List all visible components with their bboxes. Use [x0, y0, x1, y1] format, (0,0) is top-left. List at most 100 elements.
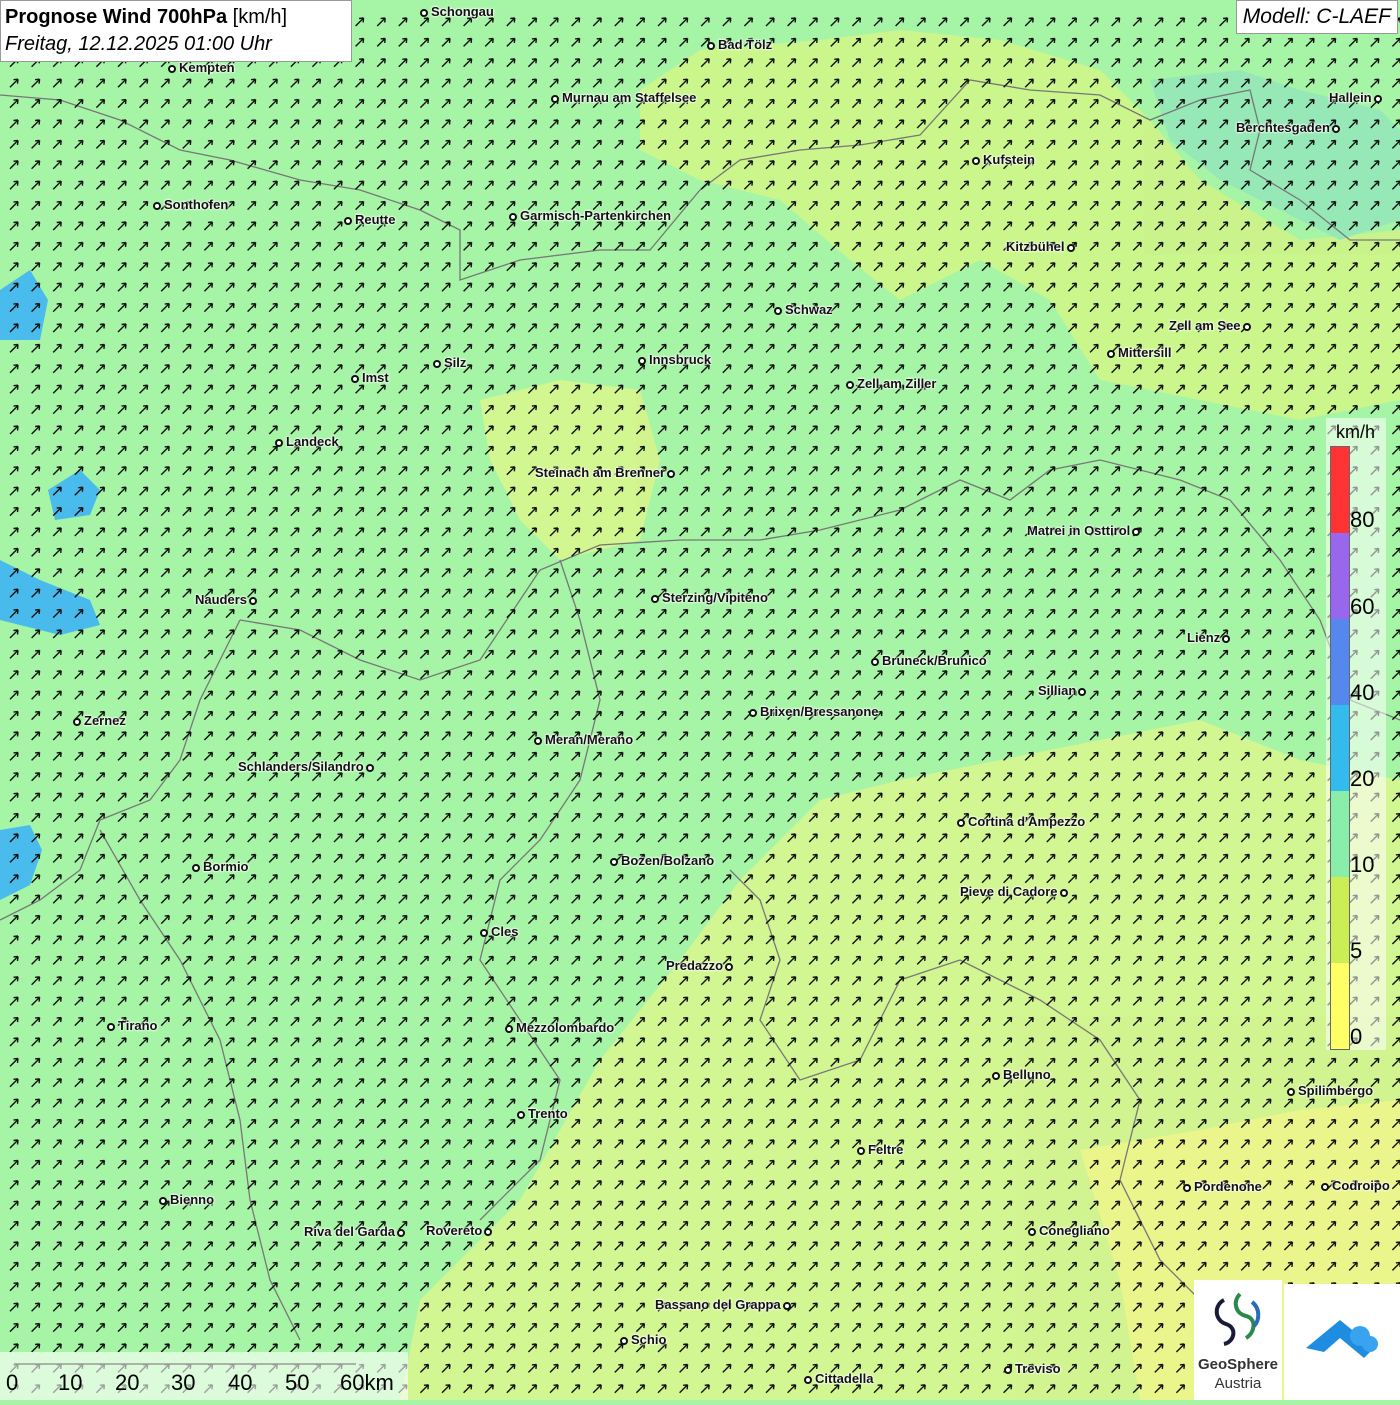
city-label: Sonthofen [164, 197, 229, 212]
city-marker [73, 718, 81, 726]
legend-swatch-20 [1331, 705, 1349, 791]
city-marker [480, 929, 488, 937]
city-label: Schio [631, 1332, 667, 1347]
city-label: Pordenone [1194, 1179, 1262, 1194]
model-label: Modell: C-LAEF [1235, 0, 1398, 34]
logo-name-line1: GeoSphere [1197, 1356, 1279, 1373]
city-marker [749, 709, 757, 717]
city-marker [366, 764, 374, 772]
city-marker [620, 1337, 628, 1345]
city-marker [1183, 1184, 1191, 1192]
city-marker [168, 65, 176, 73]
logo-name-line2: Austria [1214, 1375, 1262, 1392]
city-marker [1321, 1183, 1329, 1191]
city-marker [159, 1197, 167, 1205]
city-marker [804, 1376, 812, 1384]
city-label: Imst [362, 370, 389, 385]
legend-unit: km/h [1336, 422, 1376, 442]
city-marker [107, 1023, 115, 1031]
city-label: Landeck [286, 434, 339, 449]
map-title: Prognose Wind 700hPa [km/h] [5, 4, 347, 31]
city-marker [153, 202, 161, 210]
city-label: Schongau [431, 4, 494, 19]
scale-label-0: 0 [6, 1370, 19, 1395]
city-marker [517, 1111, 525, 1119]
city-marker [651, 595, 659, 603]
geosphere-logo: GeoSphere Austria [1194, 1280, 1282, 1400]
legend-label-40: 40 [1350, 680, 1375, 705]
city-label: Lienz [1187, 630, 1221, 645]
city-label: Hallein [1329, 90, 1372, 105]
legend-swatch-0 [1331, 963, 1349, 1049]
city-marker [1243, 323, 1251, 331]
city-label: Belluno [1003, 1067, 1051, 1082]
city-marker [1132, 528, 1140, 536]
city-label: Reutte [355, 212, 396, 227]
legend-swatch-5 [1331, 877, 1349, 963]
city-label: Riva del Garda [304, 1224, 396, 1239]
city-marker [249, 597, 257, 605]
city-label: Codroipo [1332, 1178, 1390, 1193]
legend-label-80: 80 [1350, 507, 1375, 532]
legend-swatch-60 [1331, 533, 1349, 619]
city-marker [667, 470, 675, 478]
city-marker [397, 1229, 405, 1237]
city-label: Kufstein [983, 152, 1035, 167]
city-label: Bormio [203, 859, 249, 874]
city-label: Silz [444, 355, 467, 370]
city-label: Nauders [195, 592, 248, 607]
scale-label-60km: 60km [340, 1370, 394, 1395]
city-label: Berchtesgaden [1236, 120, 1330, 135]
title-main: Prognose Wind 700hPa [5, 6, 228, 28]
city-label: Kempten [179, 60, 235, 75]
legend-swatch-80 [1331, 447, 1349, 533]
scale-label-50: 50 [285, 1370, 310, 1395]
city-label: Zernez [84, 713, 126, 728]
city-label: Pieve di Cadore [960, 884, 1058, 899]
city-label: Bruneck/Brunico [882, 653, 987, 668]
geosphere-emblem-icon [1214, 1292, 1261, 1346]
title-box: Prognose Wind 700hPa [km/h] Freitag, 12.… [0, 0, 352, 62]
legend-label-5: 5 [1350, 938, 1363, 963]
scale-label-20: 20 [115, 1370, 140, 1395]
city-marker [1078, 688, 1086, 696]
city-label: Mittersill [1118, 345, 1172, 360]
city-marker [774, 307, 782, 315]
city-label: Sillian [1038, 683, 1077, 698]
city-label: Trento [528, 1106, 568, 1121]
city-marker [846, 381, 854, 389]
city-label: Murnau am Staffelsee [562, 90, 697, 105]
legend-swatch-40 [1331, 619, 1349, 705]
city-marker [1107, 350, 1115, 358]
city-marker [1028, 1228, 1036, 1236]
city-marker [551, 95, 559, 103]
city-marker [1060, 889, 1068, 897]
city-marker [972, 157, 980, 165]
city-marker [1332, 125, 1340, 133]
city-label: Treviso [1015, 1361, 1061, 1376]
city-marker [505, 1025, 513, 1033]
city-marker [351, 375, 359, 383]
city-marker [857, 1147, 865, 1155]
city-marker [610, 858, 618, 866]
map-date: Freitag, 12.12.2025 01:00 Uhr [5, 33, 272, 55]
city-marker [534, 737, 542, 745]
legend-label-60: 60 [1350, 594, 1375, 619]
scale-label-10: 10 [58, 1370, 83, 1395]
weather-app-logo [1284, 1284, 1400, 1400]
city-label: Cles [491, 924, 519, 939]
city-marker [725, 963, 733, 971]
city-label: Bozen/Bolzano [621, 853, 715, 868]
city-label: Garmisch-Partenkirchen [520, 208, 672, 223]
city-label: Conegliano [1039, 1223, 1110, 1238]
city-label: Feltre [868, 1142, 904, 1157]
city-label: Predazzo [666, 958, 724, 973]
city-marker [1222, 635, 1230, 643]
legend-label-10: 10 [1350, 852, 1375, 877]
city-marker [1067, 244, 1075, 252]
city-label: Cortina d'Ampezzo [968, 814, 1086, 829]
city-marker [638, 357, 646, 365]
city-marker [484, 1228, 492, 1236]
legend-swatch-10 [1331, 791, 1349, 877]
scale-label-40: 40 [228, 1370, 253, 1395]
